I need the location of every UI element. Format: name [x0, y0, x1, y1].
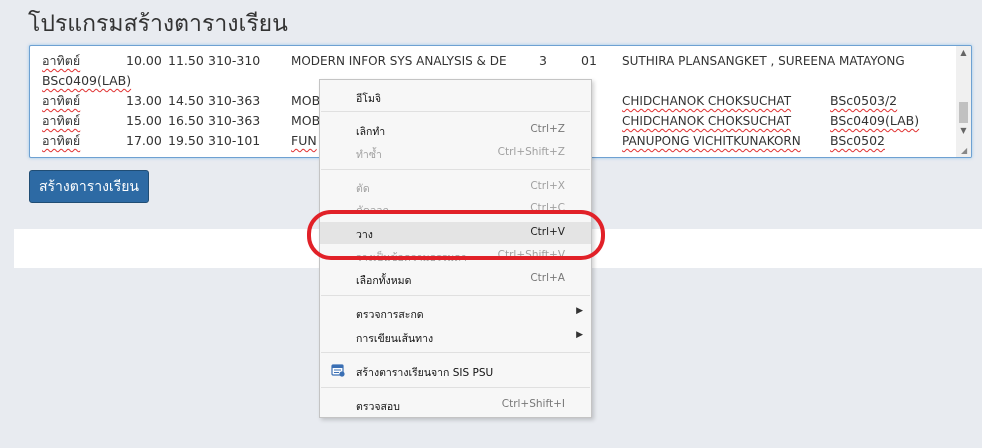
menu-item-shortcut: Ctrl+X: [530, 180, 565, 192]
menu-item-cut[interactable]: ตัด Ctrl+X: [320, 176, 591, 198]
menu-item-label: ตัด: [356, 183, 370, 195]
room-cell: 310-310: [208, 53, 261, 68]
start-time-cell: 17.00: [126, 133, 162, 148]
menu-item-shortcut: Ctrl+Shift+Z: [497, 146, 565, 158]
menu-item-shortcut: Ctrl+Shift+I: [501, 398, 565, 410]
menu-item-label: ทำซ้ำ: [356, 149, 382, 161]
start-time-cell: 15.00: [126, 113, 162, 128]
end-time-cell: 14.50: [168, 93, 204, 108]
instructor-cell: PANUPONG VICHITKUNAKORN: [622, 134, 801, 148]
day-cell: อาทิตย์: [42, 93, 81, 108]
menu-item-label: เลิกทำ: [356, 126, 386, 138]
menu-item-redo[interactable]: ทำซ้ำ Ctrl+Shift+Z: [320, 142, 591, 164]
menu-item-paste-plain[interactable]: วางเป็นข้อความธรรมดา Ctrl+Shift+V: [320, 245, 591, 267]
menu-item-label: สร้างตารางเรียนจาก SIS PSU: [356, 367, 494, 379]
chevron-right-icon: ▶: [576, 306, 583, 316]
start-time-cell: 13.00: [126, 93, 162, 108]
menu-item-select-all[interactable]: เลือกทั้งหมด Ctrl+A: [320, 268, 591, 290]
day-cell: อาทิตย์: [42, 133, 81, 148]
menu-item-shortcut: Ctrl+Shift+V: [497, 249, 565, 261]
end-time-cell: 19.50: [168, 133, 204, 148]
menu-item-undo[interactable]: เลิกทำ Ctrl+Z: [320, 119, 591, 141]
menu-item-label: อีโมจิ: [356, 93, 382, 105]
menu-item-label: เลือกทั้งหมด: [356, 275, 412, 287]
group-cell: BSc0409(LAB): [42, 73, 132, 88]
menu-item-label: ตรวจสอบ: [356, 401, 400, 413]
menu-item-shortcut: Ctrl+V: [530, 226, 565, 238]
menu-item-label: วาง: [356, 229, 373, 241]
page-title: โปรแกรมสร้างตารางเรียน: [28, 11, 288, 37]
end-time-cell: 16.50: [168, 113, 204, 128]
section-cell: 01: [581, 53, 597, 68]
menu-item-shortcut: Ctrl+Z: [530, 123, 565, 135]
credit-cell: 3: [539, 53, 547, 68]
instructor-cell: CHIDCHANOK CHOKSUCHAT: [622, 94, 792, 108]
chevron-right-icon: ▶: [576, 330, 583, 340]
menu-separator: [321, 352, 590, 353]
course-cell: MOB: [291, 113, 321, 128]
menu-separator: [321, 169, 590, 170]
menu-item-writing-direction[interactable]: การเขียนเส้นทาง ▶: [320, 326, 591, 348]
menu-separator: [321, 387, 590, 388]
course-cell: MOB: [291, 93, 321, 108]
room-cell: 310-363: [208, 93, 261, 108]
group-cell: BSc0502: [830, 133, 885, 148]
course-cell: FUN: [291, 133, 317, 148]
menu-item-copy[interactable]: คัดลอก Ctrl+C: [320, 198, 591, 220]
create-schedule-button[interactable]: สร้างตารางเรียน: [29, 170, 149, 203]
menu-item-label: การเขียนเส้นทาง: [356, 333, 434, 345]
room-cell: 310-363: [208, 113, 261, 128]
context-menu: อีโมจิ เลิกทำ Ctrl+Z ทำซ้ำ Ctrl+Shift+Z …: [319, 79, 592, 418]
calendar-extension-icon: [331, 364, 345, 377]
menu-item-paste[interactable]: วาง Ctrl+V: [320, 222, 591, 244]
menu-item-inspect[interactable]: ตรวจสอบ Ctrl+Shift+I: [320, 394, 591, 416]
vertical-scrollbar[interactable]: ▲ ▼: [956, 46, 971, 157]
resize-handle-icon[interactable]: ◢: [961, 147, 969, 155]
menu-item-shortcut: Ctrl+A: [530, 272, 565, 284]
end-time-cell: 11.50: [168, 53, 204, 68]
start-time-cell: 10.00: [126, 53, 162, 68]
group-cell: BSc0503/2: [830, 93, 898, 108]
scroll-up-icon[interactable]: ▲: [956, 46, 971, 60]
scrollbar-thumb[interactable]: [959, 102, 968, 123]
menu-item-shortcut: Ctrl+C: [530, 202, 565, 214]
menu-separator: [321, 111, 590, 112]
day-cell: อาทิตย์: [42, 53, 81, 68]
group-cell: BSc0409(LAB): [830, 113, 920, 128]
room-cell: 310-101: [208, 133, 261, 148]
day-cell: อาทิตย์: [42, 113, 81, 128]
scroll-down-icon[interactable]: ▼: [956, 124, 971, 138]
menu-item-emoji[interactable]: อีโมจิ: [320, 86, 591, 108]
menu-separator: [321, 295, 590, 296]
menu-item-sis-extension[interactable]: สร้างตารางเรียนจาก SIS PSU: [320, 360, 591, 382]
menu-item-label: ตรวจการสะกด: [356, 309, 424, 321]
menu-item-label: วางเป็นข้อความธรรมดา: [356, 252, 467, 264]
course-cell: MODERN INFOR SYS ANALYSIS & DE: [291, 54, 507, 68]
instructor-cell: SUTHIRA PLANSANGKET , SUREENA MATAYONG: [622, 54, 905, 68]
menu-item-spellcheck[interactable]: ตรวจการสะกด ▶: [320, 302, 591, 324]
menu-item-label: คัดลอก: [356, 205, 389, 217]
instructor-cell: CHIDCHANOK CHOKSUCHAT: [622, 114, 792, 128]
